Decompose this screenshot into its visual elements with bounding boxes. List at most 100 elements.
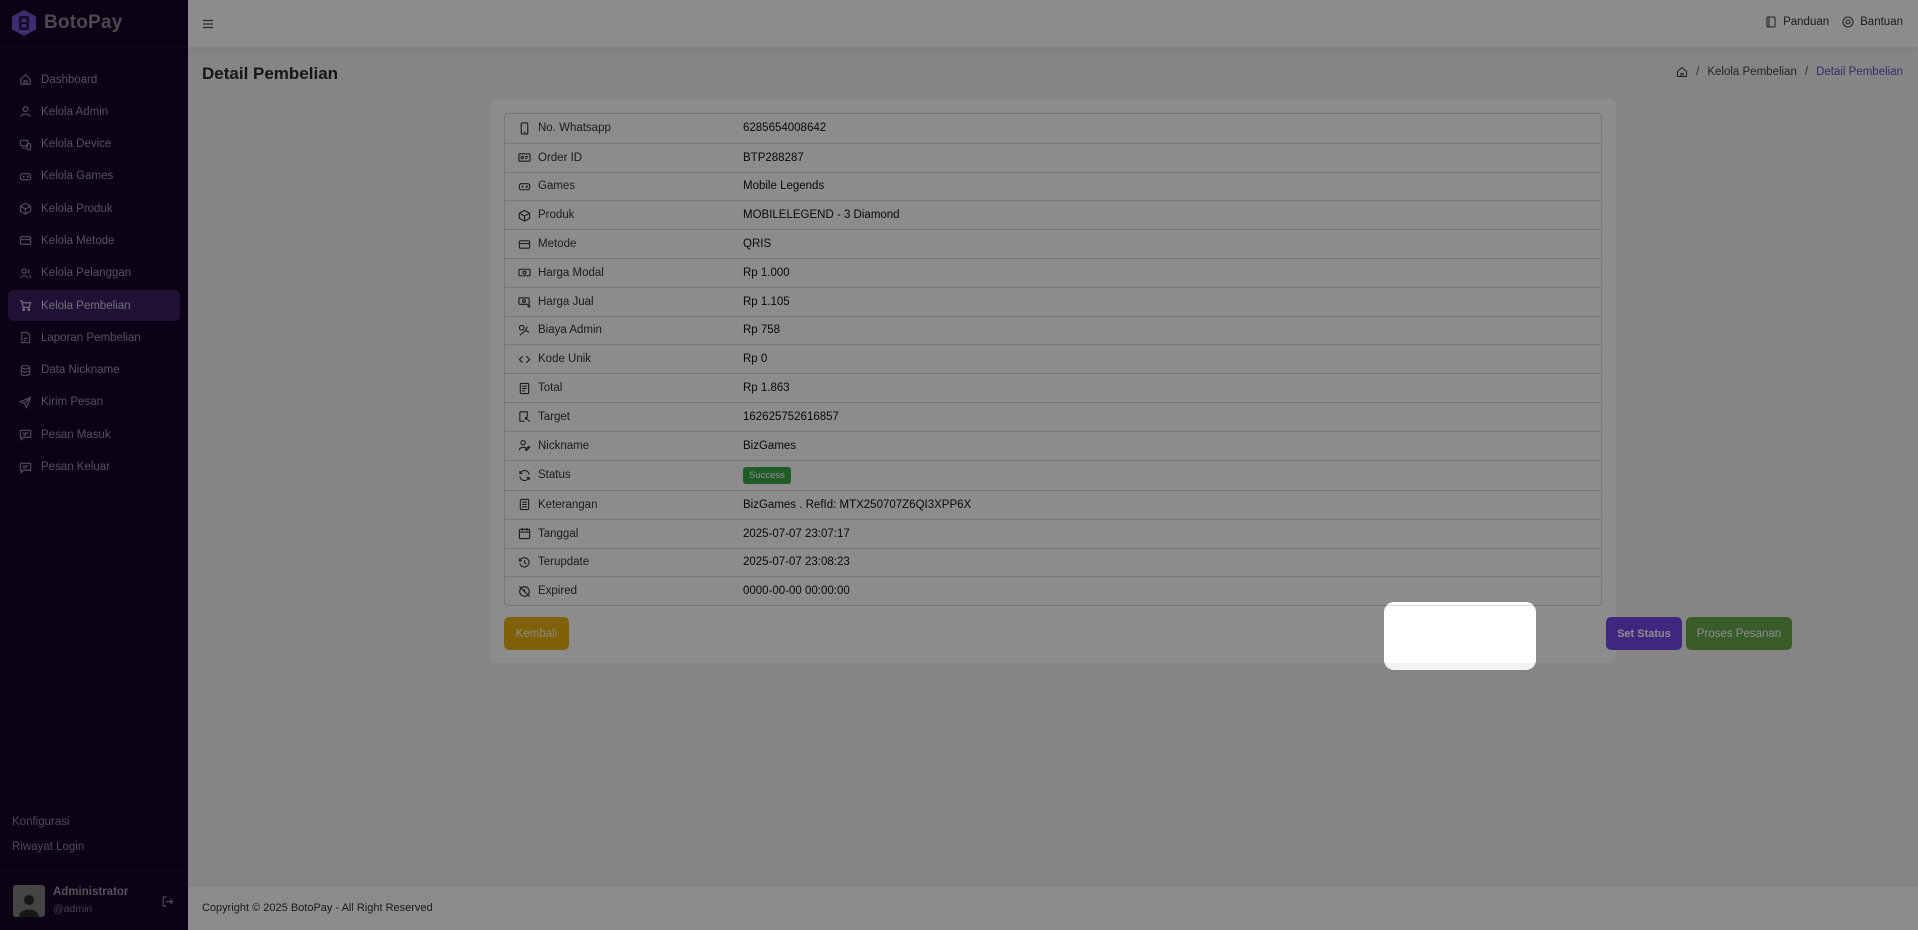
process-order-button[interactable]: Proses Pesanan — [1686, 617, 1792, 650]
code-icon — [518, 355, 531, 363]
calendar-icon — [518, 528, 531, 540]
sidebar-item-kirim-pesan[interactable]: Kirim Pesan — [8, 387, 180, 418]
cart-icon — [19, 300, 32, 312]
detail-row-expired: Expired 0000-00-00 00:00:00 — [505, 576, 1601, 605]
detail-row-keterangan: Keterangan BizGames . RefId: MTX250707Z6… — [505, 489, 1601, 519]
detail-row-harga-modal: Harga Modal Rp 1.000 — [505, 257, 1601, 287]
detail-row-terupdate: Terupdate 2025-07-07 23:08:23 — [505, 547, 1601, 577]
set-status-button[interactable]: Set Status — [1606, 617, 1682, 650]
sidebar-item-label: Kirim Pesan — [41, 396, 103, 409]
sidebar-item-kelola-admin[interactable]: Kelola Admin — [8, 96, 180, 127]
detail-row-games: Games Mobile Legends — [505, 171, 1601, 201]
detail-card: No. Whatsapp 6285654008642 Order ID BTP2… — [490, 99, 1792, 663]
user-handle: @admin — [53, 903, 93, 915]
sidebar-item-kelola-produk[interactable]: Kelola Produk — [8, 193, 180, 224]
send-icon — [19, 396, 32, 409]
sidebar-item-label: Kelola Metode — [41, 234, 115, 247]
breadcrumb-kelola-pembelian[interactable]: Kelola Pembelian — [1707, 66, 1797, 78]
cash-icon — [518, 269, 531, 277]
gamepad-icon — [518, 183, 531, 191]
sidebar-link-riwayat-login[interactable]: Riwayat Login — [12, 841, 84, 853]
outbox-icon — [19, 462, 32, 474]
detail-table: No. Whatsapp 6285654008642 Order ID BTP2… — [504, 113, 1602, 607]
status-badge: Success — [743, 466, 791, 484]
gamepad-icon — [19, 173, 32, 181]
guide-label: Panduan — [1783, 16, 1830, 28]
help-label: Bantuan — [1860, 16, 1903, 28]
user-panel: Administrator @admin — [0, 870, 188, 930]
credit-card-icon — [19, 236, 32, 246]
credit-card-icon — [518, 239, 531, 249]
detail-value: Mobile Legends — [743, 180, 825, 193]
user-silhouette-icon — [19, 894, 39, 917]
devices-icon — [19, 139, 32, 150]
inbox-icon — [19, 429, 32, 442]
detail-row-whatsapp: No. Whatsapp 6285654008642 — [505, 114, 1601, 143]
guide-link[interactable]: Panduan — [1765, 16, 1829, 28]
detail-value: 162625752616857 — [743, 410, 839, 423]
detail-row-produk: Produk MOBILELEGEND - 3 Diamond — [505, 200, 1601, 229]
detail-label: Terupdate — [538, 556, 590, 569]
detail-value: Rp 1.863 — [743, 382, 790, 395]
botopay-logo-icon — [12, 10, 36, 36]
detail-row-target: Target 162625752616857 — [505, 401, 1601, 431]
detail-row-total: Total Rp 1.863 — [505, 373, 1601, 402]
detail-label: Expired — [538, 585, 577, 598]
detail-label: Tanggal — [538, 527, 579, 540]
detail-value: 2025-07-07 23:07:17 — [743, 527, 850, 540]
sidebar-link-konfigurasi[interactable]: Konfigurasi — [12, 816, 70, 828]
detail-row-nickname: Nickname BizGames — [505, 430, 1601, 460]
detail-value: Rp 0 — [743, 353, 768, 366]
detail-label: Biaya Admin — [538, 324, 602, 337]
fee-icon — [518, 324, 530, 336]
sidebar: BotoPay Dashboard Kelola Admin Kelola De… — [0, 0, 188, 930]
detail-value: Rp 758 — [743, 324, 781, 337]
sidebar-item-pesan-masuk[interactable]: Pesan Masuk — [8, 419, 180, 450]
help-link[interactable]: Bantuan — [1842, 16, 1903, 28]
sidebar-item-kelola-pelanggan[interactable]: Kelola Pelanggan — [8, 258, 180, 289]
detail-row-order-id: Order ID BTP288287 — [505, 142, 1601, 172]
database-icon — [20, 364, 31, 376]
sidebar-item-label: Kelola Device — [41, 138, 112, 151]
topbar-links: Panduan Bantuan — [1752, 16, 1903, 28]
detail-label: Order ID — [538, 151, 583, 164]
sidebar-item-kelola-device[interactable]: Kelola Device — [8, 129, 180, 160]
detail-value: BizGames — [743, 439, 797, 452]
detail-value: MOBILELEGEND - 3 Diamond — [743, 209, 900, 222]
sidebar-item-laporan-pembelian[interactable]: Laporan Pembelian — [8, 322, 180, 353]
sidebar-item-kelola-games[interactable]: Kelola Games — [8, 161, 180, 192]
home-icon — [20, 74, 31, 85]
brand[interactable]: BotoPay — [0, 0, 188, 47]
sidebar-item-label: Pesan Masuk — [41, 428, 111, 441]
sidebar-item-data-nickname[interactable]: Data Nickname — [8, 355, 180, 386]
detail-value: 2025-07-07 23:08:23 — [743, 556, 850, 569]
detail-value: BTP288287 — [743, 151, 804, 164]
detail-label: Games — [538, 180, 576, 193]
cash-out-icon — [518, 297, 531, 309]
clock-off-icon — [518, 585, 531, 597]
detail-label: Target — [538, 410, 570, 423]
back-button[interactable]: Kembali — [504, 617, 569, 650]
page-title: Detail Pembelian — [202, 64, 339, 83]
sidebar-item-kelola-metode[interactable]: Kelola Metode — [8, 225, 180, 256]
sidebar-item-pesan-keluar[interactable]: Pesan Keluar — [8, 452, 180, 483]
detail-label: Nickname — [538, 439, 590, 452]
detail-label: Kode Unik — [538, 353, 592, 366]
user-edit-icon — [518, 440, 531, 452]
detail-row-status: Status Success — [505, 459, 1601, 490]
footer: Copyright © 2025 BotoPay - All Right Res… — [188, 885, 1918, 930]
home-icon[interactable] — [1676, 66, 1688, 78]
sidebar-item-dashboard[interactable]: Dashboard — [8, 64, 180, 95]
phone-icon — [520, 122, 529, 135]
logout-icon[interactable] — [161, 895, 174, 908]
sidebar-item-label: Pesan Keluar — [41, 461, 111, 474]
sidebar-item-label: Kelola Pelanggan — [41, 267, 132, 280]
copyright-text: Copyright © 2025 BotoPay - All Right Res… — [202, 902, 433, 914]
detail-label: Harga Modal — [538, 266, 604, 279]
detail-label: Keterangan — [538, 498, 598, 511]
lifebuoy-icon — [1842, 16, 1854, 28]
sidebar-item-kelola-pembelian[interactable]: Kelola Pembelian — [8, 290, 180, 322]
refresh-icon — [519, 469, 530, 481]
users-icon — [19, 268, 32, 279]
menu-toggle-icon[interactable] — [202, 18, 214, 30]
